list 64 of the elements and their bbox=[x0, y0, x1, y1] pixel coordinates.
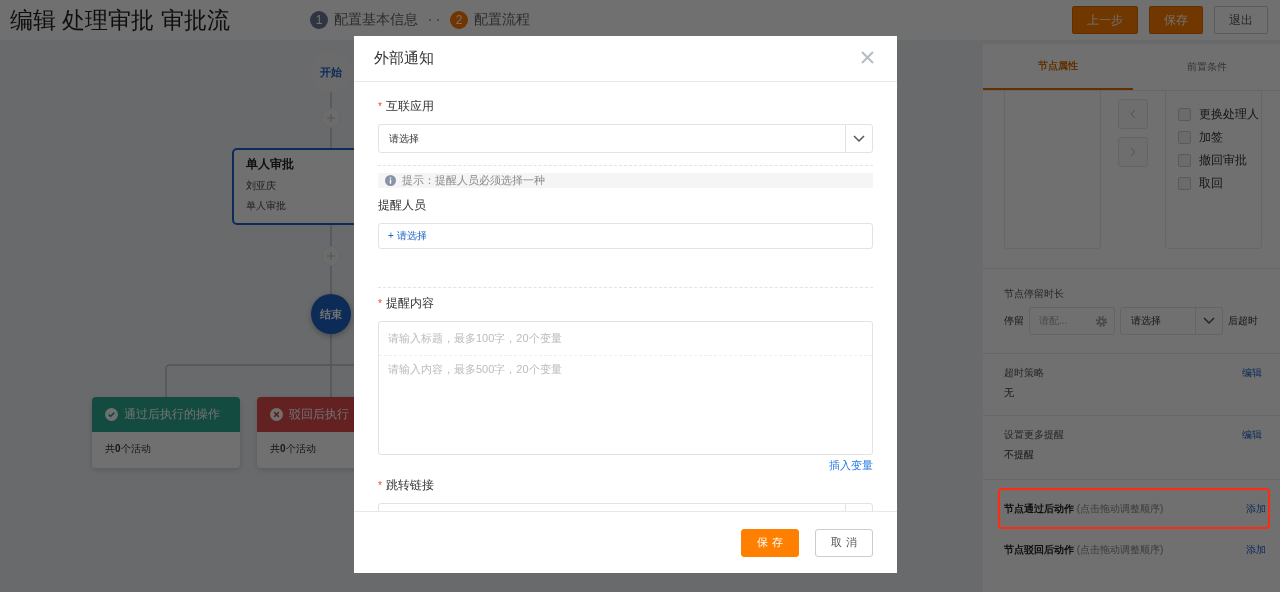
step-label: 配置基本信息 bbox=[334, 11, 418, 29]
checkbox-label: 更换处理人 bbox=[1199, 106, 1259, 123]
insert-variable-link[interactable]: 插入变量 bbox=[829, 458, 873, 473]
step-number: 1 bbox=[310, 11, 328, 29]
chevron-right-icon bbox=[1130, 147, 1136, 157]
node-type: 单人审批 bbox=[246, 199, 287, 213]
dialog-button[interactable]: 取 消 bbox=[815, 528, 873, 557]
gear-icon bbox=[1095, 314, 1108, 328]
branch-card[interactable]: 通过后执行的操作 共0个活动 bbox=[92, 397, 240, 468]
dots-icon bbox=[428, 18, 440, 22]
move-right-button[interactable] bbox=[1118, 137, 1148, 167]
move-left-button[interactable] bbox=[1118, 99, 1148, 129]
content-field[interactable]: 请输入标题，最多100字，20个变量 请输入内容，最多500字，20个变量 bbox=[378, 321, 873, 455]
chevron-left-icon bbox=[1130, 109, 1136, 119]
panel-tab[interactable]: 节点属性 bbox=[983, 44, 1133, 90]
branch-summary: 共0个活动 bbox=[104, 442, 152, 456]
add-link[interactable]: 添加 bbox=[1246, 542, 1266, 557]
setting-value: 不提醒 bbox=[1004, 448, 1035, 462]
content-input[interactable]: 请输入内容，最多500字，20个变量 bbox=[379, 356, 872, 454]
header-button[interactable]: 上一步 bbox=[1072, 6, 1138, 34]
checkbox-label: 撤回审批 bbox=[1199, 152, 1247, 169]
required-mark: * bbox=[378, 480, 382, 491]
add-link[interactable]: 添加 bbox=[1246, 501, 1266, 516]
required-mark: * bbox=[378, 101, 382, 112]
required-mark: * bbox=[378, 298, 382, 309]
header-button[interactable]: 保存 bbox=[1149, 6, 1203, 34]
branch-card[interactable]: 驳回后执行 共0个活动 bbox=[257, 397, 354, 468]
header-button[interactable]: 退出 bbox=[1214, 6, 1268, 34]
setting-value: 无 bbox=[1004, 386, 1015, 400]
page-title: 编辑 处理审批 审批流 bbox=[10, 5, 231, 35]
select-field[interactable]: 请选择 bbox=[378, 124, 873, 153]
step-label: 配置流程 bbox=[474, 11, 530, 29]
section-title: 超时策略 bbox=[1004, 366, 1044, 380]
node-assignee: 刘亚庆 bbox=[246, 179, 277, 193]
dialog-button[interactable]: 保 存 bbox=[741, 528, 799, 557]
section-title: 设置更多提醒 bbox=[1004, 428, 1064, 442]
branch-title: 驳回后执行 bbox=[289, 406, 349, 423]
checkbox-label: 加签 bbox=[1199, 129, 1223, 146]
title-input[interactable]: 请输入标题，最多100字，20个变量 bbox=[379, 322, 872, 356]
branch-summary: 共0个活动 bbox=[269, 442, 317, 456]
dialog-title: 外部通知 bbox=[374, 49, 434, 68]
node-title: 单人审批 bbox=[246, 156, 295, 173]
checkbox-label: 取回 bbox=[1199, 175, 1223, 192]
section-title: 节点停留时长 bbox=[1004, 287, 1065, 301]
field-label: 互联应用 bbox=[385, 98, 434, 115]
close-icon bbox=[270, 408, 283, 421]
field-label: 提醒人员 bbox=[378, 197, 426, 214]
edit-link[interactable]: 编辑 bbox=[1242, 366, 1262, 380]
step-number: 2 bbox=[450, 11, 468, 29]
select-people-field[interactable]: + 请选择 bbox=[378, 223, 873, 249]
edit-link[interactable]: 编辑 bbox=[1242, 428, 1262, 442]
end-node[interactable]: 结束 bbox=[311, 294, 351, 334]
field-label: 停留 bbox=[1004, 314, 1024, 328]
field-label: 提醒内容 bbox=[385, 295, 434, 312]
branch-title: 通过后执行的操作 bbox=[124, 406, 220, 423]
approval-node[interactable]: 单人审批 刘亚庆 单人审批 bbox=[232, 148, 354, 225]
field-label: 跳转链接 bbox=[385, 477, 434, 494]
check-icon bbox=[105, 408, 118, 421]
field-label: 后超时 bbox=[1228, 314, 1258, 328]
close-icon bbox=[861, 50, 874, 64]
unit-select[interactable]: 请选择 bbox=[1120, 307, 1223, 335]
hint-text: 提示：提醒人员必须选择一种 bbox=[402, 173, 545, 188]
chevron-down-icon bbox=[853, 134, 865, 143]
chevron-down-icon bbox=[1203, 317, 1215, 325]
